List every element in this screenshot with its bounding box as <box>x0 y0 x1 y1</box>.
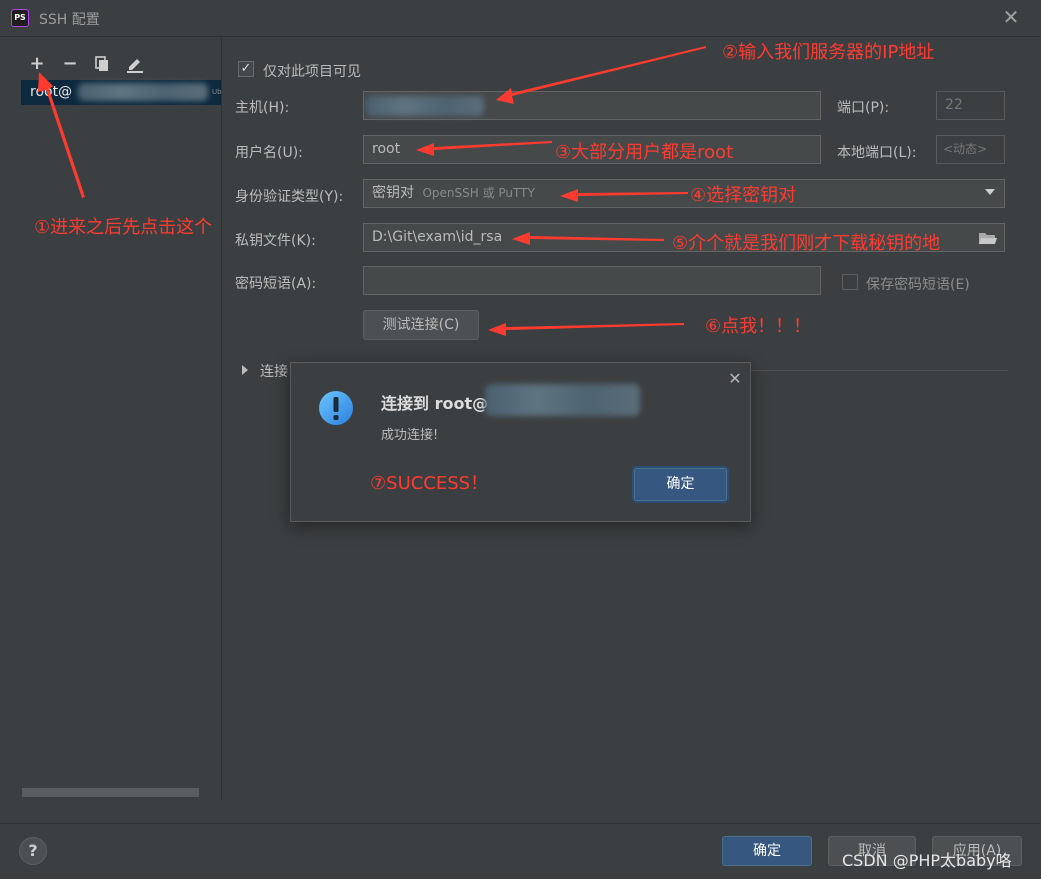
dialog-title: 连接到 root@ <box>381 394 489 413</box>
auth-type-label: 身份验证类型(Y): <box>235 189 344 205</box>
dialog-message: 成功连接! <box>381 428 439 443</box>
annotation-step-7: ⑦SUCCESS！ <box>370 473 489 494</box>
redacted-ip <box>366 96 484 116</box>
dialog-close-icon[interactable]: ✕ <box>726 370 744 388</box>
private-key-label: 私钥文件(K): <box>235 233 316 249</box>
local-port-input[interactable]: <动态> <box>936 135 1005 164</box>
title-bar <box>0 0 1041 37</box>
local-port-label: 本地端口(L): <box>837 145 917 161</box>
footer-ok-button[interactable]: 确定 <box>722 836 812 866</box>
host-label: 主机(H): <box>235 100 290 116</box>
save-passphrase-checkbox[interactable] <box>842 274 858 290</box>
annotation-step-4: ④选择密钥对 <box>690 185 797 206</box>
chevron-right-icon[interactable] <box>242 365 248 375</box>
help-icon[interactable]: ? <box>19 837 47 865</box>
phpstorm-app-icon: PS <box>11 9 29 27</box>
annotation-step-5: ⑤介个就是我们刚才下载秘钥的地 <box>672 233 941 254</box>
visible-only-checkbox[interactable]: ✓ <box>238 61 254 77</box>
panel-divider <box>221 38 222 800</box>
redacted-dialog-host <box>485 384 640 416</box>
csdn-watermark: CSDN @PHP太baby咯 <box>842 851 1012 870</box>
annotation-step-6: ⑥点我！！！ <box>705 316 812 337</box>
info-icon <box>318 390 354 426</box>
remove-icon[interactable]: − <box>60 54 80 74</box>
footer-separator <box>0 823 1041 824</box>
test-connection-button[interactable]: 测试连接(C) <box>363 310 479 340</box>
visible-only-label: 仅对此项目可见 <box>263 64 361 80</box>
chevron-down-icon[interactable] <box>985 189 995 195</box>
copy-icon[interactable] <box>94 56 110 72</box>
username-label: 用户名(U): <box>235 145 303 161</box>
host-item-suffix: Ub <box>212 88 222 96</box>
edit-icon[interactable] <box>126 55 144 73</box>
port-label: 端口(P): <box>837 100 890 116</box>
connection-section-label[interactable]: 连接 <box>260 361 288 381</box>
redacted-host <box>78 83 208 101</box>
host-list-item-label: root@ <box>30 84 73 100</box>
port-input[interactable]: 22 <box>936 91 1005 120</box>
passphrase-input[interactable] <box>363 266 821 295</box>
horizontal-scrollbar[interactable] <box>22 788 199 797</box>
host-list-panel <box>20 38 221 800</box>
auth-type-select[interactable]: 密钥对 OpenSSH 或 PuTTY <box>363 179 1005 208</box>
annotation-step-1: ①进来之后先点击这个 <box>34 217 213 238</box>
passphrase-label: 密码短语(A): <box>235 276 317 292</box>
dialog-ok-button[interactable]: 确定 <box>634 468 727 501</box>
save-passphrase-label: 保存密码短语(E) <box>866 277 970 293</box>
annotation-step-2: ②输入我们服务器的IP地址 <box>722 42 935 63</box>
window-title: SSH 配置 <box>39 12 100 28</box>
auth-type-sub: OpenSSH 或 PuTTY <box>422 186 535 200</box>
add-icon[interactable]: + <box>27 54 47 74</box>
annotation-step-3: ③大部分用户都是root <box>555 142 734 163</box>
auth-type-value: 密钥对 <box>372 185 414 201</box>
window-close-button[interactable]: ✕ <box>1000 6 1022 28</box>
folder-icon[interactable] <box>978 230 998 246</box>
